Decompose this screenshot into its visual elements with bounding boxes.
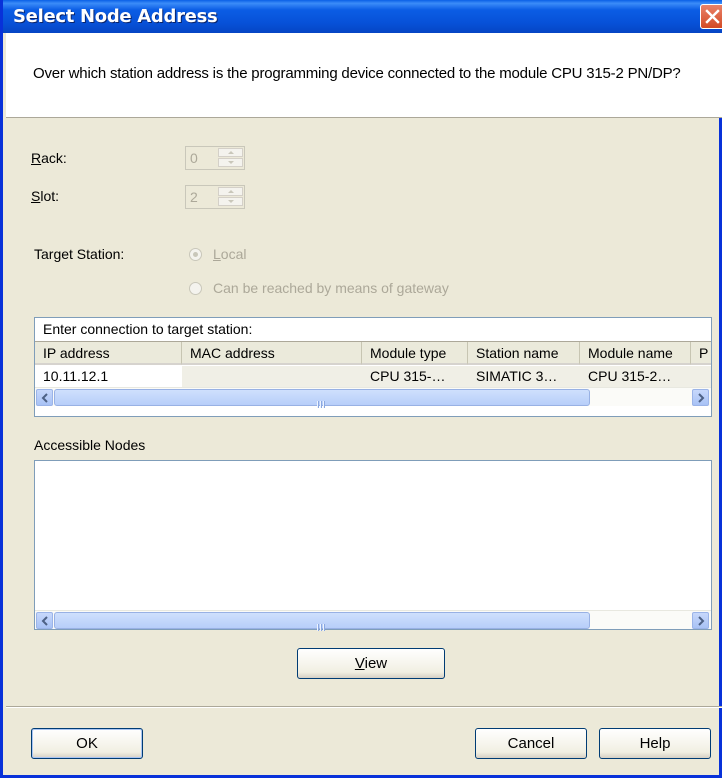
module-name-cell: CPU 315-2… bbox=[580, 366, 691, 387]
slot-down-button bbox=[218, 197, 243, 206]
prompt-panel: Over which station address is the progra… bbox=[6, 33, 722, 118]
view-button-label: iew bbox=[364, 655, 388, 672]
footer-divider bbox=[6, 706, 722, 708]
arrow-right-icon bbox=[698, 616, 705, 626]
scroll-thumb[interactable] bbox=[54, 612, 590, 631]
dialog-title: Select Node Address bbox=[13, 6, 218, 27]
rack-spinner: 0 bbox=[185, 146, 245, 170]
local-radio bbox=[189, 248, 202, 261]
rack-label-text: ack: bbox=[41, 150, 67, 166]
title-bar[interactable]: Select Node Address bbox=[3, 0, 722, 33]
scroll-thumb[interactable] bbox=[54, 389, 590, 408]
module-type-cell: CPU 315-… bbox=[362, 366, 468, 387]
connection-table-horizontal-scrollbar[interactable] bbox=[35, 387, 711, 408]
rack-down-button bbox=[218, 158, 243, 167]
slot-label: Slot: bbox=[31, 188, 59, 204]
station-name-cell: SIMATIC 3… bbox=[468, 366, 580, 387]
slot-value: 2 bbox=[190, 189, 198, 205]
scroll-right-button[interactable] bbox=[692, 389, 709, 406]
rack-label: Rack: bbox=[31, 150, 67, 166]
prompt-text: Over which station address is the progra… bbox=[33, 65, 681, 82]
local-radio-label: Local bbox=[213, 246, 246, 262]
column-header-module-type[interactable]: Module type bbox=[362, 342, 468, 365]
ok-button[interactable]: OK bbox=[31, 728, 143, 759]
gateway-radio bbox=[189, 282, 202, 295]
arrow-left-icon bbox=[41, 616, 48, 626]
slot-label-text: lot: bbox=[40, 188, 60, 204]
mac-address-cell[interactable] bbox=[182, 366, 362, 387]
column-header-p[interactable]: P bbox=[691, 342, 711, 365]
help-button[interactable]: Help bbox=[599, 728, 711, 759]
view-button-accel: V bbox=[354, 655, 365, 672]
slot-spinner: 2 bbox=[185, 185, 245, 209]
ip-address-cell[interactable]: 10.11.12.1 bbox=[35, 366, 182, 387]
slot-label-accel: S bbox=[31, 188, 41, 204]
target-station-label: Target Station: bbox=[34, 246, 125, 262]
rack-label-accel: R bbox=[31, 150, 42, 166]
scroll-left-button[interactable] bbox=[36, 389, 53, 406]
view-button[interactable]: View bbox=[297, 648, 445, 679]
slot-up-button bbox=[218, 187, 243, 196]
accessible-nodes-horizontal-scrollbar[interactable] bbox=[35, 610, 711, 631]
column-header-module-name[interactable]: Module name bbox=[580, 342, 691, 365]
close-button[interactable] bbox=[700, 4, 722, 29]
column-header-station-name[interactable]: Station name bbox=[468, 342, 580, 365]
cancel-button[interactable]: Cancel bbox=[475, 728, 587, 759]
arrow-right-icon bbox=[698, 393, 705, 403]
rack-value: 0 bbox=[190, 150, 198, 166]
column-header-mac-address[interactable]: MAC address bbox=[182, 342, 362, 365]
p-cell bbox=[691, 366, 711, 387]
scroll-left-button[interactable] bbox=[36, 612, 53, 629]
close-icon bbox=[705, 9, 720, 24]
arrow-left-icon bbox=[41, 393, 48, 403]
select-node-address-dialog: Select Node Address Over which station a… bbox=[0, 0, 722, 778]
rack-up-button bbox=[218, 148, 243, 157]
local-label-text: ocal bbox=[220, 246, 247, 262]
accessible-nodes-label: Accessible Nodes bbox=[34, 437, 146, 453]
column-header-ip-address[interactable]: IP address bbox=[35, 342, 182, 365]
local-label-accel: L bbox=[213, 246, 221, 262]
accessible-nodes-list[interactable] bbox=[34, 460, 712, 631]
gateway-radio-label: Can be reached by means of gateway bbox=[213, 280, 449, 296]
scroll-right-button[interactable] bbox=[692, 612, 709, 629]
connection-table-caption: Enter connection to target station: bbox=[35, 318, 711, 342]
connection-table: Enter connection to target station: IP a… bbox=[34, 317, 712, 417]
connection-caption-text: Enter connection to target station: bbox=[43, 321, 253, 337]
